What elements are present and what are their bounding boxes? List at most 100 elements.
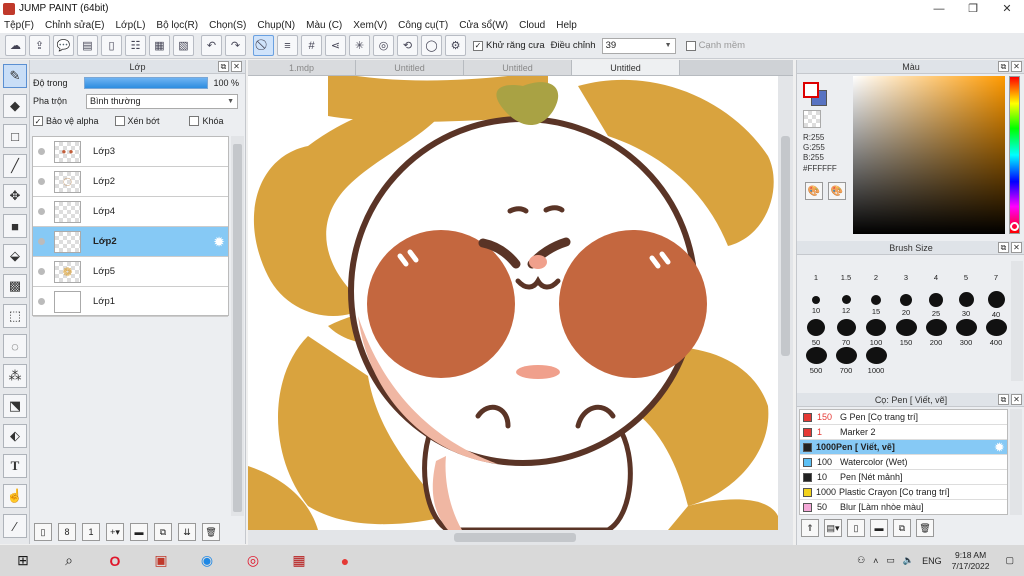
visibility-icon[interactable] <box>38 238 45 245</box>
pen-item[interactable]: 100 Watercolor (Wet) <box>800 455 1007 470</box>
panel-float-icon[interactable]: ⧉ <box>218 61 229 72</box>
snap-ellipse-icon[interactable]: ◯ <box>421 35 442 56</box>
minimize-button[interactable]: — <box>922 0 956 17</box>
people-icon[interactable]: ⚇ <box>857 555 865 566</box>
visibility-icon[interactable] <box>38 178 45 185</box>
select-rect-tool-icon[interactable]: ⬚ <box>3 304 27 328</box>
brush-size-option[interactable]: 4 <box>921 263 951 291</box>
panel-close-icon[interactable]: ✕ <box>1011 242 1022 253</box>
snap-curve-icon[interactable]: ⟲ <box>397 35 418 56</box>
antialias-toggle[interactable]: ✓ Khử răng cưa <box>473 40 545 51</box>
brush-size-option[interactable]: 200 <box>921 319 951 347</box>
panel-close-icon[interactable]: ✕ <box>231 61 242 72</box>
brush-size-option[interactable]: 3 <box>891 263 921 291</box>
snap-settings-icon[interactable]: ⚙ <box>445 35 466 56</box>
canvas-horizontal-scrollbar[interactable] <box>248 530 793 545</box>
brush-size-option[interactable]: 70 <box>831 319 861 347</box>
menu-help[interactable]: Help <box>556 20 577 31</box>
blend-select[interactable]: Bình thường ▼ <box>86 93 239 109</box>
brush-size-option[interactable]: 20 <box>891 291 921 319</box>
line-tool-icon[interactable]: ╱ <box>3 154 27 178</box>
panel-close-icon[interactable]: ✕ <box>1011 394 1022 405</box>
duplicate-layer-icon[interactable]: ⧉ <box>154 523 172 541</box>
redo-icon[interactable]: ↷ <box>225 35 246 56</box>
panel-float-icon[interactable]: ⧉ <box>998 242 1009 253</box>
canvas-vertical-scrollbar[interactable] <box>778 76 793 530</box>
opera-icon[interactable]: O <box>92 545 138 576</box>
eyedropper-tool-icon[interactable]: ⁄ <box>3 514 27 538</box>
pen-settings-icon[interactable]: ✹ <box>995 441 1004 454</box>
brush-copy-icon[interactable]: ▯ <box>847 519 865 537</box>
menu-tools[interactable]: Công cụ(T) <box>398 20 448 31</box>
pen-item[interactable]: 50 Blur [Làm nhòe màu] <box>800 500 1007 514</box>
move-tool-icon[interactable]: ✥ <box>3 184 27 208</box>
brush-tool-icon[interactable]: ✎ <box>3 64 27 88</box>
panel-float-icon[interactable]: ⧉ <box>998 394 1009 405</box>
visibility-icon[interactable] <box>38 208 45 215</box>
transparent-color-swatch[interactable] <box>803 110 821 128</box>
menu-view[interactable]: Xem(V) <box>353 20 387 31</box>
brush-size-option[interactable]: 1 <box>801 263 831 291</box>
fg-bg-swatch[interactable] <box>803 82 827 106</box>
brush-size-option[interactable]: 15 <box>861 291 891 319</box>
new-folder-icon[interactable]: ▬ <box>130 523 148 541</box>
clip-checkbox[interactable] <box>114 116 125 126</box>
text-tool-icon[interactable]: T <box>3 454 27 478</box>
lock-checkbox[interactable] <box>189 116 200 126</box>
opera-gx-icon[interactable]: ◎ <box>230 545 276 576</box>
add-layer-menu-icon[interactable]: +▾ <box>106 523 124 541</box>
document-tab[interactable]: Untitled <box>464 60 572 75</box>
brush-delete-icon[interactable]: 🗑 <box>916 519 934 537</box>
visibility-icon[interactable] <box>38 298 45 305</box>
menu-filter[interactable]: Bộ lọc(R) <box>156 20 198 31</box>
zalo-icon[interactable]: ◉ <box>184 545 230 576</box>
new-layer-icon[interactable]: ▯ <box>34 523 52 541</box>
brush-size-option[interactable]: 150 <box>891 319 921 347</box>
brush-size-option[interactable]: 7 <box>981 263 1011 291</box>
brush-size-option[interactable]: 5 <box>951 263 981 291</box>
menu-layer[interactable]: Lớp(L) <box>116 20 146 31</box>
hand-tool-icon[interactable]: ☝ <box>3 484 27 508</box>
brush-size-option[interactable]: 1.5 <box>831 263 861 291</box>
pen-scrollbar[interactable] <box>1010 409 1022 515</box>
brush-menu-icon[interactable]: ▤▾ <box>824 519 842 537</box>
panel-float-icon[interactable]: ⧉ <box>998 61 1009 72</box>
hue-slider[interactable] <box>1009 76 1020 234</box>
sharp-edge-checkbox[interactable] <box>685 40 696 51</box>
brush-size-option[interactable]: 10 <box>801 291 831 319</box>
sharp-edge-toggle[interactable]: Cạnh mềm <box>685 40 745 51</box>
search-icon[interactable]: ⌕ <box>46 545 92 576</box>
page-settings-icon[interactable]: ▦ <box>149 35 170 56</box>
menu-color[interactable]: Màu (C) <box>306 20 342 31</box>
jump-paint-taskbar-icon[interactable]: ▦ <box>276 545 322 576</box>
drawing-canvas[interactable] <box>248 76 778 530</box>
gradient-tool-icon[interactable]: ▩ <box>3 274 27 298</box>
windows-start-icon[interactable]: ⊞ <box>0 545 46 576</box>
pen-item-selected[interactable]: 1000 Pen [ Viết, vẽ] ✹ <box>800 440 1007 455</box>
saturation-value-picker[interactable] <box>853 76 1005 234</box>
layer-row[interactable]: Lớp1 <box>33 287 228 317</box>
brush-size-option[interactable]: 50 <box>801 319 831 347</box>
hue-handle[interactable] <box>1010 222 1019 231</box>
menu-cloud[interactable]: Cloud <box>519 20 545 31</box>
menu-edit[interactable]: Chỉnh sửa(E) <box>45 20 105 31</box>
fill-rect-tool-icon[interactable]: ■ <box>3 214 27 238</box>
speech-bubble-icon[interactable]: 💬 <box>53 35 74 56</box>
pen-item[interactable]: 10 Pen [Nét mảnh] <box>800 470 1007 485</box>
layer-row[interactable]: ● ● Lớp3 <box>33 137 228 167</box>
layer-row[interactable]: ◯ Lớp2 <box>33 167 228 197</box>
opacity-slider[interactable] <box>83 77 208 89</box>
eraser-tool-icon[interactable]: ◆ <box>3 94 27 118</box>
antialias-checkbox[interactable]: ✓ <box>473 40 483 51</box>
visibility-icon[interactable] <box>38 148 45 155</box>
brush-size-option[interactable]: 400 <box>981 319 1011 347</box>
bucket-tool-icon[interactable]: ⬙ <box>3 244 27 268</box>
document-tab[interactable]: Untitled <box>356 60 464 75</box>
palette-icon[interactable]: 🎨 <box>805 182 823 200</box>
snap-cross-icon[interactable]: # <box>301 35 322 56</box>
undo-icon[interactable]: ↶ <box>201 35 222 56</box>
protect-alpha-checkbox[interactable]: ✓ <box>33 116 43 126</box>
record-icon[interactable]: ● <box>322 545 368 576</box>
magic-wand-tool-icon[interactable]: ⁂ <box>3 364 27 388</box>
brush-folder-icon[interactable]: ▬ <box>870 519 888 537</box>
